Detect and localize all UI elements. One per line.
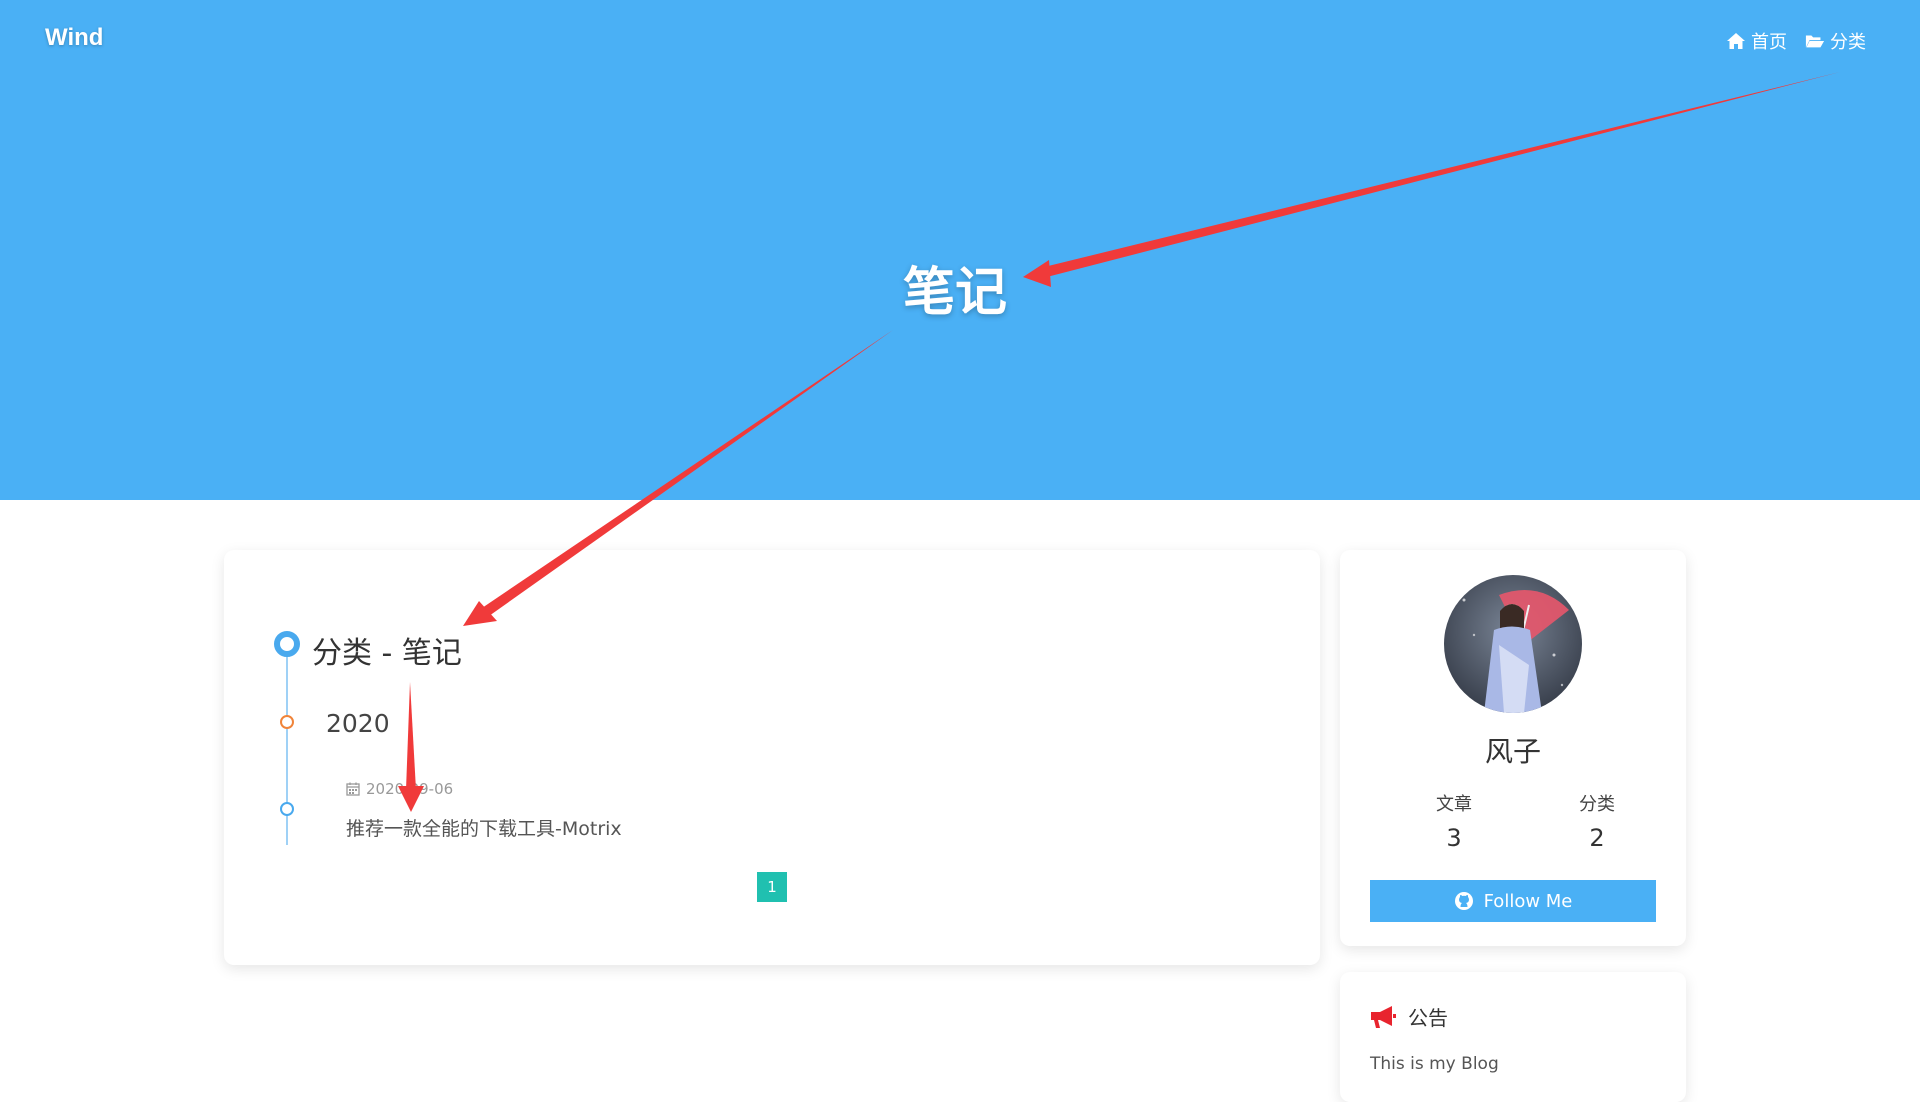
timeline-heading-dot (274, 631, 300, 657)
stat-categories-value: 2 (1589, 824, 1605, 852)
follow-me-label: Follow Me (1483, 890, 1573, 912)
stat-categories-label: 分类 (1579, 794, 1615, 815)
avatar-image (1444, 575, 1582, 713)
stat-articles-value: 3 (1446, 824, 1462, 852)
post-link[interactable]: 推荐一款全能的下载工具-Motrix (346, 814, 622, 841)
home-icon (1727, 33, 1745, 49)
post-date-text: 2020-09-06 (366, 780, 454, 798)
timeline-post-dot (280, 802, 294, 816)
stat-articles[interactable]: 文章 3 (1394, 790, 1514, 852)
author-name: 风子 (1484, 735, 1541, 768)
pagination-page-current[interactable]: 1 (757, 872, 787, 902)
github-icon (1454, 892, 1473, 910)
page-title: 笔记 (902, 263, 1007, 323)
notice-header: 公告 (1368, 1002, 1448, 1031)
post-date: 2020-09-06 (346, 780, 453, 798)
nav-item-categories-label: 分类 (1830, 32, 1866, 53)
calendar-icon (346, 782, 360, 796)
follow-me-button[interactable]: Follow Me (1370, 880, 1656, 922)
bullhorn-icon (1371, 1005, 1396, 1028)
nav-item-home-label: 首页 (1751, 32, 1787, 53)
category-archive-card: 分类 - 笔记 2020 2020-09-06 推荐一款全能的下载工具-Motr… (224, 550, 1320, 965)
stat-articles-label: 文章 (1436, 794, 1472, 815)
hero-banner: Wind 首页 分类 笔记 (0, 0, 1920, 500)
folder-open-icon (1805, 35, 1825, 48)
stat-categories[interactable]: 分类 2 (1537, 790, 1657, 852)
timeline-year-dot (280, 715, 294, 729)
nav-item-categories[interactable]: 分类 (1805, 28, 1866, 54)
avatar[interactable] (1444, 575, 1582, 713)
profile-card: 风子 文章 3 分类 2 Follow Me (1340, 550, 1686, 946)
archive-heading: 分类 - 笔记 (312, 636, 462, 671)
notice-text: This is my Blog (1370, 1054, 1499, 1074)
archive-year: 2020 (326, 709, 390, 738)
notice-card: 公告 This is my Blog (1340, 972, 1686, 1102)
notice-heading: 公告 (1408, 1006, 1448, 1030)
top-nav: 首页 分类 (1726, 28, 1866, 54)
site-brand[interactable]: Wind (45, 24, 103, 52)
nav-item-home[interactable]: 首页 (1726, 28, 1787, 54)
